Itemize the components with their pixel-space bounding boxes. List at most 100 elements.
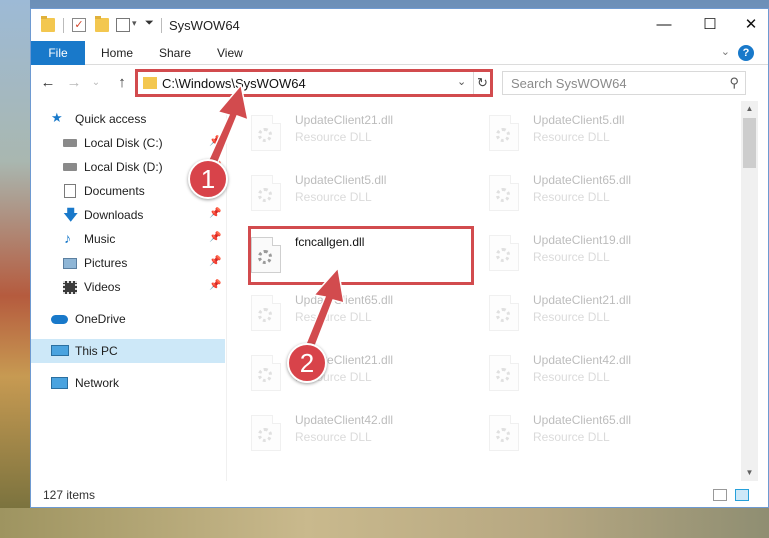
maximize-button[interactable]: ☐ <box>687 9 733 41</box>
sidebar-item-onedrive[interactable]: OneDrive <box>31 307 225 331</box>
gear-icon <box>258 428 272 442</box>
file-name: UpdateClient42.dll <box>533 353 632 367</box>
sidebar-item-pictures[interactable]: Pictures 📌 <box>31 251 225 275</box>
sidebar-item-label: Quick access <box>75 112 147 126</box>
scroll-down-icon[interactable]: ▼ <box>741 465 758 481</box>
list-item[interactable]: UpdateClient5.dll Resource DLL <box>227 165 457 221</box>
expand-ribbon-icon[interactable]: ⌄ <box>721 45 730 58</box>
tab-file[interactable]: File <box>31 41 85 65</box>
list-item[interactable]: UpdateClient42.dll Resource DLL <box>227 405 457 461</box>
up-button[interactable]: ↑ <box>113 73 131 93</box>
gear-icon <box>258 188 272 202</box>
close-button[interactable]: ✕ <box>733 9 769 41</box>
pin-icon[interactable]: 📌 <box>209 256 221 267</box>
file-type: Resource DLL <box>295 190 372 204</box>
properties-icon[interactable]: ✓ <box>72 18 86 32</box>
details-view-icon[interactable] <box>713 489 727 501</box>
gear-icon <box>496 308 510 322</box>
file-type: Resource DLL <box>295 430 372 444</box>
list-item[interactable]: UpdateClient5.dll Resource DLL <box>465 105 695 161</box>
pin-icon[interactable]: 📌 <box>209 232 221 243</box>
search-input[interactable]: Search SysWOW64 ⚲ <box>502 71 746 95</box>
search-icon[interactable]: ⚲ <box>729 75 739 91</box>
sidebar-item-quick-access[interactable]: ★ Quick access <box>31 107 225 131</box>
list-item[interactable]: UpdateClient21.dll Resource DLL <box>227 345 457 401</box>
list-item[interactable]: UpdateClient65.dll Resource DLL <box>465 405 695 461</box>
list-item[interactable]: UpdateClient65.dll Resource DLL <box>465 165 695 221</box>
customize-icon[interactable] <box>116 18 130 32</box>
file-type: Resource DLL <box>533 310 610 324</box>
status-bar: 127 items <box>31 483 768 507</box>
gear-icon <box>496 128 510 142</box>
tab-home[interactable]: Home <box>101 41 133 65</box>
pin-icon[interactable]: 📌 <box>209 280 221 291</box>
sidebar-item-label: Videos <box>84 280 121 294</box>
divider <box>161 18 162 33</box>
sidebar-item-local-disk-c[interactable]: Local Disk (C:) 📌 <box>31 131 225 155</box>
sidebar-item-this-pc[interactable]: This PC <box>31 339 225 363</box>
sidebar-item-label: Local Disk (D:) <box>84 160 163 174</box>
gear-icon <box>496 428 510 442</box>
help-icon[interactable]: ? <box>738 45 754 61</box>
file-name: UpdateClient21.dll <box>295 113 394 127</box>
scroll-thumb[interactable] <box>743 118 756 168</box>
file-type: Resource DLL <box>533 250 610 264</box>
sidebar-item-label: Downloads <box>84 208 144 222</box>
qat-dropdown-icon[interactable]: ⏷ <box>145 17 154 30</box>
list-item[interactable]: UpdateClient65.dll Resource DLL <box>227 285 457 341</box>
list-item[interactable]: UpdateClient21.dll Resource DLL <box>465 285 695 341</box>
new-folder-icon[interactable] <box>95 16 109 32</box>
documents-icon <box>64 184 76 198</box>
gear-icon <box>496 248 510 262</box>
pictures-icon <box>63 258 77 269</box>
download-icon: 🡇 <box>63 207 79 224</box>
music-icon: ♪ <box>64 230 71 246</box>
gear-icon <box>258 128 272 142</box>
dll-file-icon <box>489 415 519 451</box>
file-name: UpdateClient42.dll <box>295 413 394 427</box>
search-placeholder: Search SysWOW64 <box>511 76 627 91</box>
tab-share[interactable]: Share <box>159 41 191 65</box>
dll-file-icon <box>251 175 281 211</box>
pin-icon[interactable]: 📌 <box>209 136 221 147</box>
dll-file-icon <box>489 355 519 391</box>
dll-file-icon <box>251 115 281 151</box>
tab-view[interactable]: View <box>217 41 243 65</box>
file-type: Resource DLL <box>533 370 610 384</box>
title-bar: ✓ ▾ ⏷ SysWOW64 — ☐ ✕ <box>31 9 768 41</box>
videos-icon <box>63 281 77 294</box>
sidebar-item-network[interactable]: Network <box>31 371 225 395</box>
forward-button[interactable]: → <box>65 73 83 93</box>
dll-file-icon <box>489 175 519 211</box>
file-name: UpdateClient65.dll <box>533 413 632 427</box>
gear-icon <box>496 368 510 382</box>
step-2-badge: 2 <box>287 343 327 383</box>
file-type: Resource DLL <box>533 190 610 204</box>
file-type: Resource DLL <box>533 430 610 444</box>
chevron-down-icon[interactable]: ▾ <box>132 18 137 29</box>
list-item[interactable]: UpdateClient21.dll Resource DLL <box>227 105 457 161</box>
step-1-badge: 1 <box>188 159 228 199</box>
list-item[interactable]: UpdateClient42.dll Resource DLL <box>465 345 695 401</box>
file-highlight-box <box>248 226 474 285</box>
sidebar-item-label: Local Disk (C:) <box>84 136 163 150</box>
pin-icon[interactable]: 📌 <box>209 208 221 219</box>
back-button[interactable]: ← <box>39 73 57 93</box>
sidebar-item-label: This PC <box>75 344 118 358</box>
dll-file-icon <box>489 115 519 151</box>
ribbon-tabs: File Home Share View ⌄ ? <box>31 41 768 65</box>
vertical-scrollbar[interactable]: ▲ ▼ <box>741 101 758 481</box>
sidebar-item-videos[interactable]: Videos 📌 <box>31 275 225 299</box>
large-icons-view-icon[interactable] <box>735 489 749 501</box>
sidebar-item-music[interactable]: ♪ Music 📌 <box>31 227 225 251</box>
divider <box>63 18 64 33</box>
computer-icon <box>51 345 69 356</box>
minimize-button[interactable]: — <box>641 9 687 41</box>
file-name: UpdateClient5.dll <box>295 173 387 187</box>
list-item[interactable]: UpdateClient19.dll Resource DLL <box>465 225 695 281</box>
file-name: UpdateClient5.dll <box>533 113 625 127</box>
scroll-up-icon[interactable]: ▲ <box>741 101 758 117</box>
address-highlight-box <box>135 69 493 97</box>
recent-locations-button[interactable]: ⌄ <box>87 73 105 93</box>
sidebar-item-downloads[interactable]: 🡇 Downloads 📌 <box>31 203 225 227</box>
